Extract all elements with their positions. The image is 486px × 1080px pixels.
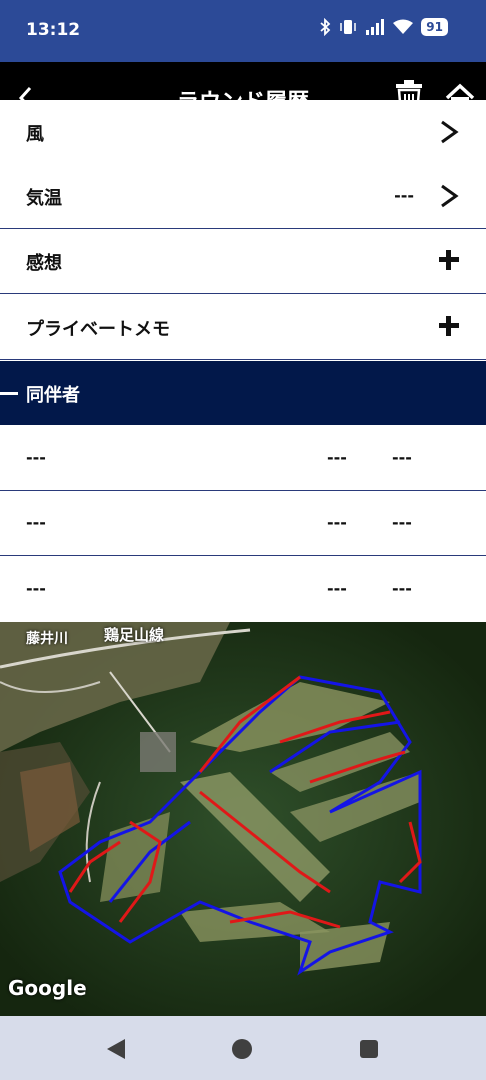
recents-square-icon[interactable] — [358, 1038, 380, 1060]
map-river-label: 藤井川 — [26, 631, 68, 647]
companion-row[interactable]: --- --- --- — [0, 426, 486, 491]
companion-name: --- — [26, 448, 46, 467]
wind-label: 風 — [26, 124, 44, 145]
back-icon[interactable] — [105, 1038, 127, 1060]
impressions-label: 感想 — [26, 253, 62, 274]
companion-col1: --- — [327, 448, 347, 467]
companion-col2: --- — [392, 513, 412, 532]
wifi-icon — [393, 19, 414, 34]
plus-icon[interactable] — [438, 315, 460, 337]
satellite-map[interactable]: 藤井川 鶏足山線 Google — [0, 622, 486, 1016]
row-temperature[interactable]: 気温 --- — [0, 164, 486, 229]
row-private-memo[interactable]: プライベートメモ — [0, 295, 486, 360]
battery-indicator: 91 — [421, 18, 448, 36]
map-road-label: 鶏足山線 — [104, 626, 165, 644]
temperature-label: 気温 — [26, 188, 62, 209]
companion-col1: --- — [327, 579, 347, 598]
chevron-right-icon — [441, 120, 459, 144]
status-icons: 91 — [319, 18, 448, 36]
row-impressions[interactable]: 感想 — [0, 229, 486, 294]
signal-icon — [366, 19, 385, 35]
companion-name: --- — [26, 579, 46, 598]
collapse-icon — [0, 392, 18, 395]
temperature-value: --- — [394, 186, 414, 205]
companion-col2: --- — [392, 579, 412, 598]
status-bar: 13:12 91 — [0, 0, 486, 62]
vibrate-icon — [340, 20, 357, 34]
google-watermark: Google — [8, 976, 87, 1000]
home-circle-icon[interactable] — [231, 1038, 253, 1060]
system-nav-bar — [0, 1016, 486, 1080]
private-memo-label: プライベートメモ — [26, 319, 170, 340]
plus-icon[interactable] — [438, 249, 460, 271]
companion-col2: --- — [392, 448, 412, 467]
map-canvas — [0, 622, 486, 1016]
row-wind[interactable]: 風 — [0, 100, 486, 165]
companion-row[interactable]: --- --- --- — [0, 491, 486, 556]
companion-name: --- — [26, 513, 46, 532]
chevron-right-icon — [441, 184, 459, 208]
bluetooth-icon — [320, 18, 331, 36]
companion-col1: --- — [327, 513, 347, 532]
companions-section-header[interactable]: 同伴者 — [0, 361, 486, 425]
status-time: 13:12 — [26, 20, 81, 40]
companion-row[interactable]: --- --- --- — [0, 557, 486, 621]
companions-title: 同伴者 — [26, 385, 80, 406]
